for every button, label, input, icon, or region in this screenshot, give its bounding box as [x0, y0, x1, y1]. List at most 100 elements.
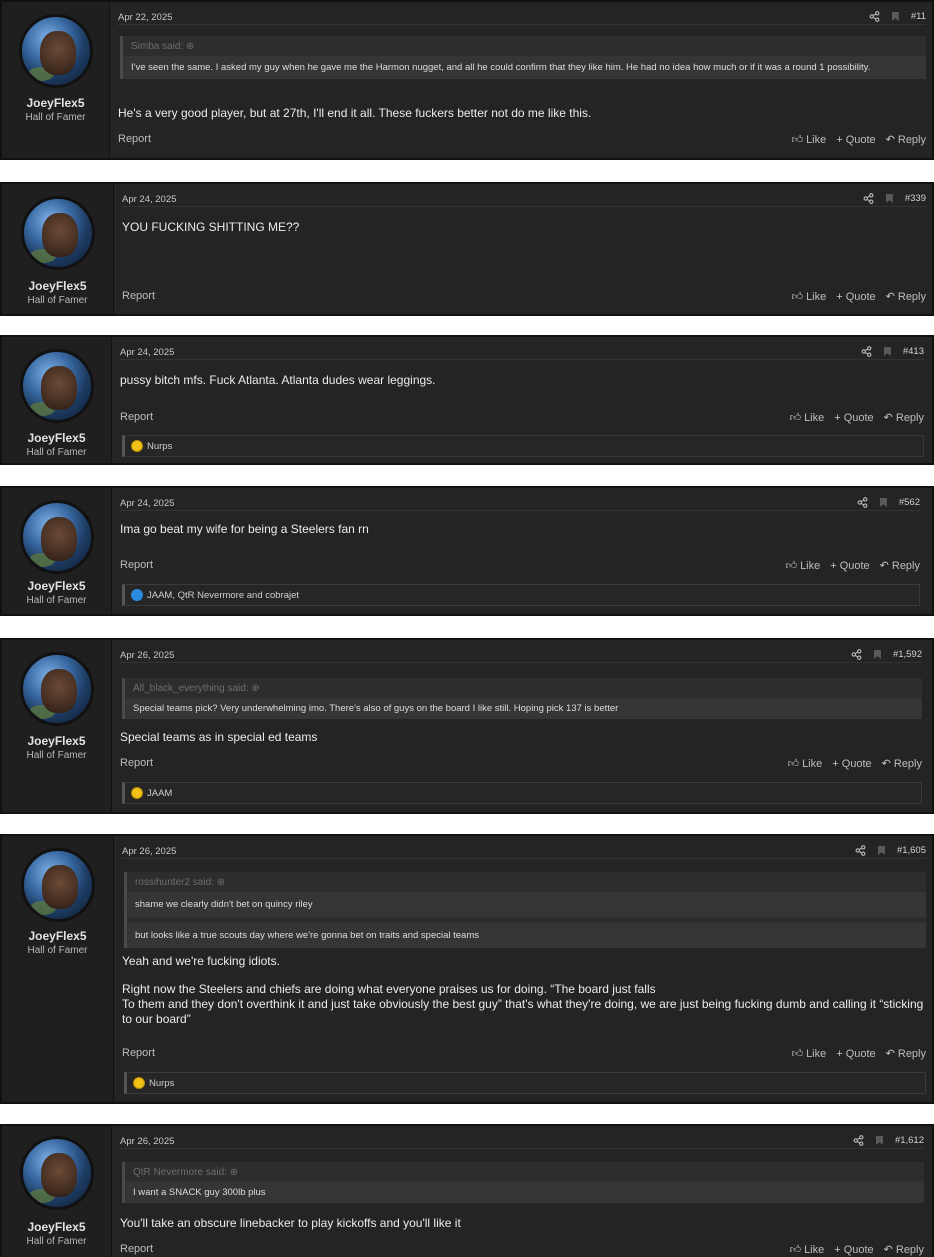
quote-button[interactable]: + Quote	[836, 290, 875, 303]
post-date[interactable]: Apr 26, 2025	[122, 846, 176, 857]
post-date[interactable]: Apr 22, 2025	[118, 12, 172, 23]
like-button[interactable]: 👍︎ Like	[786, 559, 821, 573]
expand-quote-icon[interactable]: ⊕	[186, 41, 194, 52]
bookmark-icon[interactable]	[877, 846, 885, 855]
post-date[interactable]: Apr 26, 2025	[120, 650, 174, 661]
reply-button[interactable]: ↶ Reply	[886, 290, 926, 304]
reaction-users[interactable]: Nurps	[147, 441, 172, 452]
bookmark-icon[interactable]	[885, 194, 893, 203]
bookmark-icon[interactable]	[879, 498, 887, 507]
avatar[interactable]	[19, 1136, 94, 1210]
user-title: Hall of Famer	[25, 112, 86, 123]
post-main: Apr 24, 2025 #562 Ima go beat my wife fo…	[120, 488, 920, 614]
like-button[interactable]: 👍︎ Like	[790, 1243, 825, 1257]
like-button[interactable]: 👍︎ Like	[792, 290, 827, 304]
username[interactable]: JoeyFlex5	[2, 579, 111, 593]
quote-author[interactable]: QtR Nevermore said: ⊕	[125, 1162, 924, 1182]
share-icon[interactable]	[857, 497, 868, 508]
like-button[interactable]: 👍︎ Like	[791, 1047, 827, 1061]
expand-quote-icon[interactable]: ⊕	[217, 877, 225, 888]
username[interactable]: JoeyFlex5	[2, 734, 111, 748]
like-button[interactable]: 👍︎ Like	[792, 133, 827, 147]
expand-quote-icon[interactable]: ⊕	[251, 683, 259, 694]
bookmark-icon[interactable]	[875, 1136, 883, 1145]
bookmark-icon[interactable]	[873, 650, 881, 659]
post-date[interactable]: Apr 26, 2025	[120, 1136, 174, 1147]
avatar[interactable]	[19, 500, 94, 574]
share-icon[interactable]	[861, 346, 872, 357]
post-date[interactable]: Apr 24, 2025	[122, 194, 176, 205]
reply-button[interactable]: ↶ Reply	[885, 1047, 926, 1061]
share-icon[interactable]	[853, 1135, 864, 1146]
report-link[interactable]: Report	[120, 411, 153, 423]
reactions-bar[interactable]: JAAM	[122, 782, 922, 804]
reply-button[interactable]: ↶ Reply	[883, 1243, 924, 1257]
report-link[interactable]: Report	[118, 133, 151, 145]
reply-icon: ↶	[883, 1244, 893, 1256]
expand-quote-icon[interactable]: ⊕	[230, 1167, 238, 1178]
bookmark-icon[interactable]	[883, 347, 891, 356]
reaction-users[interactable]: Nurps	[149, 1078, 174, 1089]
report-link[interactable]: Report	[122, 1047, 155, 1059]
post-footer: Report 👍︎ Like + Quote ↶ Reply	[120, 1243, 924, 1257]
report-link[interactable]: Report	[120, 757, 153, 769]
share-icon[interactable]	[851, 649, 862, 660]
quote-button[interactable]: + Quote	[830, 559, 869, 572]
report-link[interactable]: Report	[120, 1243, 153, 1255]
reactions-bar[interactable]: JAAM, QtR Nevermore and cobrajet	[122, 584, 920, 606]
avatar[interactable]	[20, 848, 95, 922]
quote-button[interactable]: + Quote	[834, 411, 873, 424]
avatar[interactable]	[19, 349, 94, 423]
quote-author[interactable]: rossihunter2 said: ⊕	[127, 872, 926, 892]
bookmark-icon[interactable]	[891, 12, 899, 21]
post-number[interactable]: #562	[899, 497, 920, 508]
share-icon[interactable]	[863, 193, 874, 204]
like-button[interactable]: 👍︎ Like	[788, 757, 823, 771]
reply-button[interactable]: ↶ Reply	[880, 559, 920, 573]
post-main: Apr 26, 2025 #1,612 QtR Nevermore said: …	[120, 1126, 924, 1257]
plus-icon: +	[834, 411, 841, 424]
user-sidebar: JoeyFlex5 Hall of Famer	[2, 184, 114, 314]
post-date[interactable]: Apr 24, 2025	[120, 498, 174, 509]
post-main: Apr 26, 2025 #1,605 rossihunter2 said: ⊕…	[122, 836, 926, 1102]
avatar[interactable]	[20, 196, 95, 270]
quote-button[interactable]: + Quote	[836, 133, 875, 146]
share-icon[interactable]	[855, 845, 866, 856]
reactions-bar[interactable]: Nurps	[124, 1072, 926, 1094]
quote-button[interactable]: + Quote	[836, 1047, 875, 1060]
quote-button[interactable]: + Quote	[832, 757, 871, 770]
like-button[interactable]: 👍︎ Like	[790, 411, 825, 425]
thumbs-up-icon: 👍︎	[791, 1048, 804, 1060]
post-footer: Report 👍︎ Like + Quote ↶ Reply	[120, 757, 922, 773]
post-number[interactable]: #339	[905, 193, 926, 204]
post-number[interactable]: #413	[903, 346, 924, 357]
post-number[interactable]: #1,592	[893, 649, 922, 660]
quote-button[interactable]: + Quote	[834, 1243, 873, 1256]
reply-button[interactable]: ↶ Reply	[883, 411, 924, 425]
report-link[interactable]: Report	[122, 290, 155, 302]
report-link[interactable]: Report	[120, 559, 153, 571]
username[interactable]: JoeyFlex5	[2, 96, 109, 110]
username[interactable]: JoeyFlex5	[2, 1220, 111, 1234]
avatar[interactable]	[18, 14, 93, 88]
avatar[interactable]	[19, 652, 94, 726]
quote-text: but looks like a true scouts day where w…	[127, 923, 926, 948]
reaction-users[interactable]: JAAM, QtR Nevermore and cobrajet	[147, 590, 299, 601]
user-sidebar: JoeyFlex5 Hall of Famer	[2, 836, 114, 1102]
post-number[interactable]: #1,612	[895, 1135, 924, 1146]
post-number[interactable]: #1,605	[897, 845, 926, 856]
post-date[interactable]: Apr 24, 2025	[120, 347, 174, 358]
post-number[interactable]: #11	[911, 11, 926, 22]
share-icon[interactable]	[869, 11, 880, 22]
username[interactable]: JoeyFlex5	[2, 431, 111, 445]
quote-author[interactable]: All_black_everything said: ⊕	[125, 678, 922, 698]
username[interactable]: JoeyFlex5	[2, 929, 113, 943]
username[interactable]: JoeyFlex5	[2, 279, 113, 293]
reply-button[interactable]: ↶ Reply	[882, 757, 922, 771]
quote-author[interactable]: Simba said: ⊕	[123, 36, 926, 56]
reaction-users[interactable]: JAAM	[147, 788, 172, 799]
reactions-bar[interactable]: Nurps	[122, 435, 924, 457]
reply-icon: ↶	[883, 412, 893, 424]
reply-button[interactable]: ↶ Reply	[886, 133, 926, 147]
reply-icon: ↶	[885, 1048, 895, 1060]
